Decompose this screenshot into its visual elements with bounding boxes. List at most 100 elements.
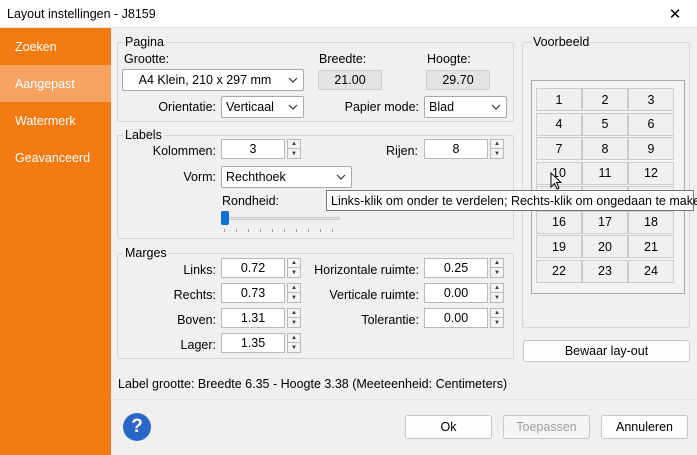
sidebar-item-label: Zoeken [15, 39, 57, 54]
slider-tick [260, 229, 261, 232]
chevron-down-icon [283, 77, 303, 83]
preview-cell[interactable]: 2 [582, 88, 628, 111]
tolerance-stepper[interactable]: 0.00 ▲ ▼ [424, 308, 504, 330]
tolerance-input[interactable]: 0.00 [424, 308, 488, 328]
rows-input[interactable]: 8 [424, 139, 488, 159]
preview-cell[interactable]: 18 [628, 210, 674, 234]
size-label: Grootte: [124, 52, 170, 66]
status-text: Label grootte: Breedte 6.35 - Hoogte 3.3… [118, 377, 508, 391]
shape-label: Vorm: [183, 170, 216, 184]
right-margin-stepper[interactable]: 0.73 ▲ ▼ [221, 283, 301, 305]
preview-legend: Voorbeeld [531, 35, 592, 49]
hspace-input[interactable]: 0.25 [424, 258, 488, 278]
spin-arrows-icon[interactable]: ▲ ▼ [287, 308, 301, 330]
preview-cell[interactable]: 20 [582, 235, 628, 258]
save-layout-button[interactable]: Bewaar lay-out [523, 340, 690, 362]
columns-label: Kolommen: [152, 144, 216, 158]
hspace-label: Horizontale ruimte: [314, 263, 419, 277]
title-bar: Layout instellingen - J8159 ✕ [0, 0, 697, 28]
slider-tick [284, 229, 285, 232]
vspace-input[interactable]: 0.00 [424, 283, 488, 303]
preview-cell[interactable]: 9 [628, 137, 674, 160]
spin-arrows-icon[interactable]: ▲ ▼ [490, 283, 504, 305]
top-margin-stepper[interactable]: 1.31 ▲ ▼ [221, 308, 301, 330]
orientation-select[interactable]: Verticaal [221, 96, 304, 118]
preview-cell[interactable]: 12 [628, 161, 674, 185]
preview-cell[interactable]: 19 [536, 235, 582, 258]
sidebar-item-label: Aangepast [15, 76, 75, 91]
labels-legend: Labels [123, 128, 164, 142]
preview-cell[interactable]: 1 [536, 88, 582, 111]
top-margin-label: Boven: [177, 313, 216, 327]
preview-cell[interactable]: 17 [582, 210, 628, 234]
bottom-margin-label: Lager: [180, 338, 216, 352]
bottom-margin-input[interactable]: 1.35 [221, 333, 285, 353]
preview-cell[interactable]: 3 [628, 88, 674, 111]
ok-button[interactable]: Ok [405, 415, 492, 439]
sidebar-item-label: Watermerk [15, 113, 76, 128]
spin-arrows-icon[interactable]: ▲ ▼ [490, 258, 504, 280]
paper-mode-select[interactable]: Blad [424, 96, 507, 118]
preview-cell[interactable]: 7 [536, 137, 582, 160]
sidebar-item-label: Geavanceerd [15, 150, 91, 165]
top-margin-input[interactable]: 1.31 [221, 308, 285, 328]
roundness-slider-thumb[interactable] [221, 211, 229, 225]
chevron-down-icon [486, 104, 506, 110]
preview-cell[interactable]: 16 [536, 210, 582, 234]
chevron-down-icon [283, 104, 303, 110]
preview-cell[interactable]: 8 [582, 137, 628, 160]
height-label: Hoogte: [427, 52, 471, 66]
preview-cell[interactable]: 21 [628, 235, 674, 258]
sidebar-item-aangepast[interactable]: Aangepast [0, 65, 111, 102]
columns-input[interactable]: 3 [221, 139, 285, 159]
columns-stepper[interactable]: 3 ▲ ▼ [221, 139, 301, 161]
slider-tick [224, 229, 225, 232]
preview-cell[interactable]: 6 [628, 112, 674, 136]
spin-arrows-icon[interactable]: ▲ ▼ [287, 258, 301, 280]
preview-cell[interactable]: 23 [582, 259, 628, 283]
sidebar-item-watermerk[interactable]: Watermerk [0, 102, 111, 139]
paper-mode-value: Blad [429, 100, 455, 114]
sidebar-item-geavanceerd[interactable]: Geavanceerd [0, 139, 111, 176]
right-margin-label: Rechts: [173, 288, 216, 302]
preview-cell[interactable]: 5 [582, 112, 628, 136]
vspace-stepper[interactable]: 0.00 ▲ ▼ [424, 283, 504, 305]
preview-cell[interactable]: 4 [536, 112, 582, 136]
orientation-label: Orientatie: [158, 100, 216, 114]
right-margin-input[interactable]: 0.73 [221, 283, 285, 303]
roundness-slider-track[interactable] [222, 217, 340, 220]
shape-value: Rechthoek [226, 170, 286, 184]
size-select[interactable]: A4 Klein, 210 x 297 mm [122, 69, 304, 91]
left-margin-input[interactable]: 0.72 [221, 258, 285, 278]
orientation-value: Verticaal [226, 100, 274, 114]
bottom-margin-stepper[interactable]: 1.35 ▲ ▼ [221, 333, 301, 355]
spin-arrows-icon[interactable]: ▲ ▼ [490, 139, 504, 161]
help-icon[interactable]: ? [123, 413, 151, 441]
apply-button[interactable]: Toepassen [503, 415, 590, 439]
hspace-stepper[interactable]: 0.25 ▲ ▼ [424, 258, 504, 280]
shape-select[interactable]: Rechthoek [221, 166, 352, 188]
sidebar-item-zoeken[interactable]: Zoeken [0, 28, 111, 65]
preview-cell[interactable]: 22 [536, 259, 582, 283]
pagina-legend: Pagina [123, 35, 166, 49]
spin-arrows-icon[interactable]: ▲ ▼ [287, 333, 301, 355]
paper-mode-label: Papier mode: [344, 100, 419, 114]
sidebar: Zoeken Aangepast Watermerk Geavanceerd [0, 28, 111, 455]
spin-arrows-icon[interactable]: ▲ ▼ [287, 139, 301, 161]
cancel-button[interactable]: Annuleren [601, 415, 688, 439]
width-label: Breedte: [319, 52, 367, 66]
preview-cell[interactable]: 11 [582, 161, 628, 185]
slider-tick [296, 229, 297, 232]
width-value: 21.00 [318, 70, 382, 90]
spin-arrows-icon[interactable]: ▲ ▼ [287, 283, 301, 305]
left-margin-label: Links: [183, 263, 216, 277]
close-icon[interactable]: ✕ [653, 0, 697, 28]
size-value: A4 Klein, 210 x 297 mm [138, 73, 272, 87]
preview-cell[interactable]: 24 [628, 259, 674, 283]
height-value: 29.70 [426, 70, 490, 90]
rows-stepper[interactable]: 8 ▲ ▼ [424, 139, 504, 161]
vspace-label: Verticale ruimte: [329, 288, 419, 302]
left-margin-stepper[interactable]: 0.72 ▲ ▼ [221, 258, 301, 280]
slider-tick [272, 229, 273, 232]
spin-arrows-icon[interactable]: ▲ ▼ [490, 308, 504, 330]
